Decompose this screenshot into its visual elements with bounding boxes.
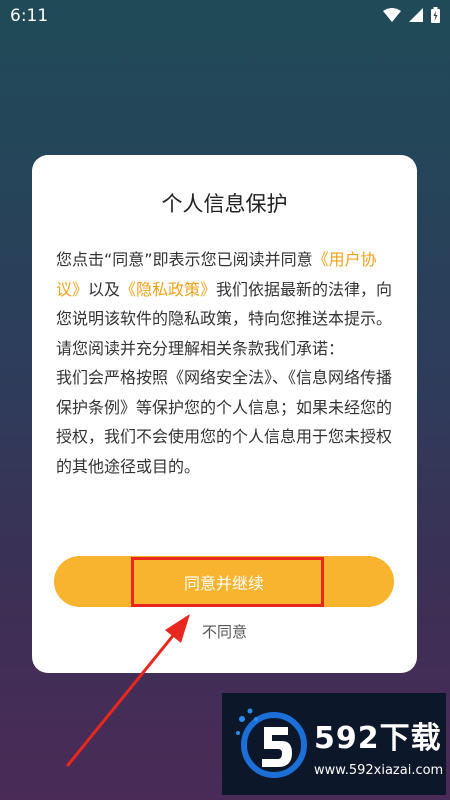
body-text-part-2: 以及 bbox=[88, 279, 121, 299]
battery-icon bbox=[431, 7, 440, 23]
privacy-policy-link[interactable]: 《隐私政策》 bbox=[120, 280, 216, 299]
status-icons bbox=[383, 7, 440, 23]
privacy-dialog: 个人信息保护 您点击“同意”即表示您已阅读并同意《用户协议》以及《隐私政策》我们… bbox=[32, 155, 417, 673]
agree-continue-button[interactable]: 同意并继续 bbox=[54, 556, 394, 607]
wifi-icon bbox=[383, 8, 401, 22]
status-bar: 6:11 bbox=[0, 0, 450, 32]
watermark-logo-icon bbox=[236, 708, 307, 778]
disagree-button[interactable]: 不同意 bbox=[32, 621, 417, 642]
dialog-paragraph-1: 您点击“同意”即表示您已阅读并同意《用户协议》以及《隐私政策》我们依据最新的法律… bbox=[56, 245, 396, 363]
dialog-paragraph-2: 我们会严格按照《网络安全法》、《信息网络传播保护条例》等保护您的个人信息；如果未… bbox=[56, 368, 393, 476]
status-time: 6:11 bbox=[10, 6, 49, 26]
dialog-title: 个人信息保护 bbox=[161, 192, 288, 216]
dialog-body: 您点击“同意”即表示您已阅读并同意《用户协议》以及《隐私政策》我们依据最新的法律… bbox=[56, 245, 396, 481]
body-text-part-1: 您点击“同意”即表示您已阅读并同意 bbox=[56, 250, 313, 269]
watermark: 592下载 www.592xiazai.com bbox=[222, 693, 446, 795]
watermark-url: www.592xiazai.com bbox=[314, 763, 444, 778]
signal-icon bbox=[409, 8, 423, 22]
watermark-name: 592下载 bbox=[314, 721, 442, 756]
